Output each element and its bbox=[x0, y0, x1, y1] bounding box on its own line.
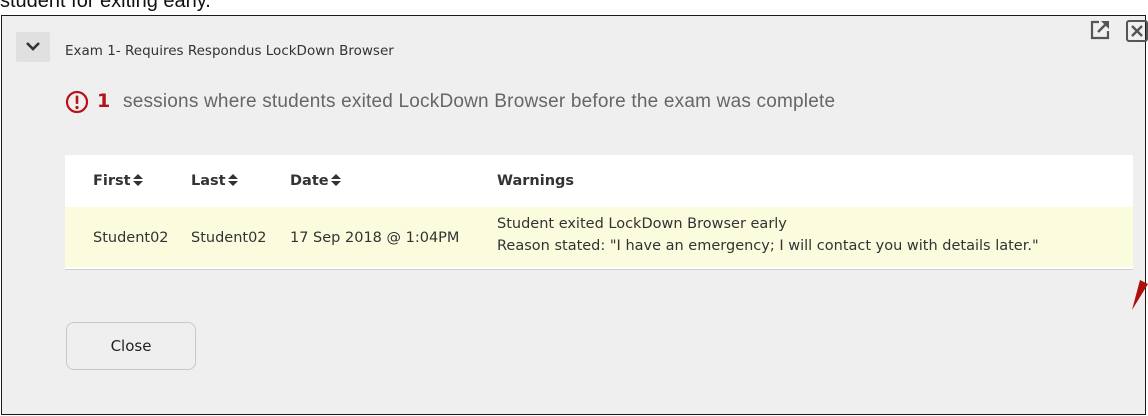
cell-warning-reason: Reason stated: "I have an emergency; I w… bbox=[497, 238, 1039, 254]
sort-icon bbox=[132, 174, 143, 186]
column-header-last[interactable]: Last bbox=[191, 173, 238, 189]
session-count: 1 bbox=[97, 90, 111, 112]
column-header-warnings: Warnings bbox=[497, 173, 575, 189]
column-header-date[interactable]: Date bbox=[290, 173, 341, 189]
close-button[interactable]: Close bbox=[66, 322, 196, 370]
arrow-pointer-icon bbox=[1132, 280, 1148, 310]
summary-message: sessions where students exited LockDown … bbox=[123, 91, 836, 112]
external-link-icon[interactable] bbox=[1088, 18, 1112, 42]
caption-text: student for exiting early. bbox=[0, 0, 211, 12]
collapse-toggle-button[interactable] bbox=[16, 32, 50, 62]
sort-icon bbox=[330, 174, 341, 186]
cell-last: Student02 bbox=[191, 230, 267, 246]
close-x-icon[interactable] bbox=[1125, 19, 1148, 43]
cell-date: 17 Sep 2018 @ 1:04PM bbox=[290, 230, 460, 246]
cell-warning-title: Student exited LockDown Browser early bbox=[497, 216, 787, 232]
cell-first: Student02 bbox=[93, 230, 169, 246]
chevron-down-icon bbox=[26, 42, 40, 51]
exam-title: Exam 1- Requires Respondus LockDown Brow… bbox=[65, 43, 394, 59]
alert-circle-icon bbox=[65, 90, 89, 114]
sort-icon bbox=[227, 174, 238, 186]
column-header-first[interactable]: First bbox=[93, 173, 143, 189]
